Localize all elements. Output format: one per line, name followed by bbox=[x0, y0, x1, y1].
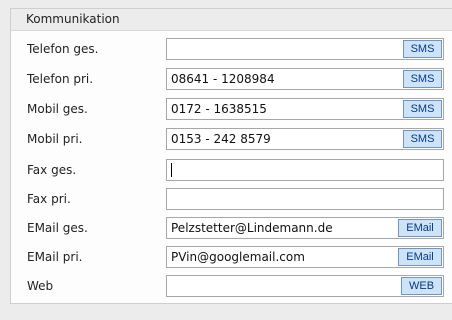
web-label: Web bbox=[27, 279, 54, 293]
telefon-ges-sms-button[interactable]: SMS bbox=[403, 40, 442, 58]
fax-pri-label: Fax pri. bbox=[27, 192, 71, 206]
row-email-pri: EMail pri. PVin@googlemail.com EMail bbox=[11, 246, 452, 268]
fax-pri-input[interactable] bbox=[166, 188, 444, 210]
fax-ges-label: Fax ges. bbox=[27, 163, 77, 177]
fax-ges-input[interactable] bbox=[166, 159, 444, 181]
kommunikation-panel: Kommunikation Telefon ges. SMS Telefon p… bbox=[10, 8, 452, 304]
email-pri-label: EMail pri. bbox=[27, 250, 83, 264]
panel-title: Kommunikation bbox=[11, 9, 452, 31]
web-button[interactable]: WEB bbox=[401, 277, 442, 295]
row-mobil-ges: Mobil ges. 0172 - 1638515 SMS bbox=[11, 98, 452, 120]
mobil-ges-sms-button[interactable]: SMS bbox=[403, 100, 442, 118]
row-fax-ges: Fax ges. bbox=[11, 159, 452, 181]
row-web: Web WEB bbox=[11, 275, 452, 297]
telefon-pri-label: Telefon pri. bbox=[27, 72, 94, 86]
row-telefon-pri: Telefon pri. 08641 - 1208984 SMS bbox=[11, 68, 452, 90]
row-email-ges: EMail ges. Pelzstetter@Lindemann.de EMai… bbox=[11, 217, 452, 239]
email-ges-button[interactable]: EMail bbox=[398, 219, 442, 237]
row-mobil-pri: Mobil pri. 0153 - 242 8579 SMS bbox=[11, 128, 452, 150]
telefon-ges-label: Telefon ges. bbox=[27, 42, 99, 56]
row-fax-pri: Fax pri. bbox=[11, 188, 452, 210]
email-ges-label: EMail ges. bbox=[27, 221, 88, 235]
row-telefon-ges: Telefon ges. SMS bbox=[11, 38, 452, 60]
email-pri-button[interactable]: EMail bbox=[398, 248, 442, 266]
mobil-ges-label: Mobil ges. bbox=[27, 102, 88, 116]
telefon-pri-sms-button[interactable]: SMS bbox=[403, 70, 442, 88]
mobil-pri-label: Mobil pri. bbox=[27, 132, 83, 146]
mobil-pri-sms-button[interactable]: SMS bbox=[403, 130, 442, 148]
